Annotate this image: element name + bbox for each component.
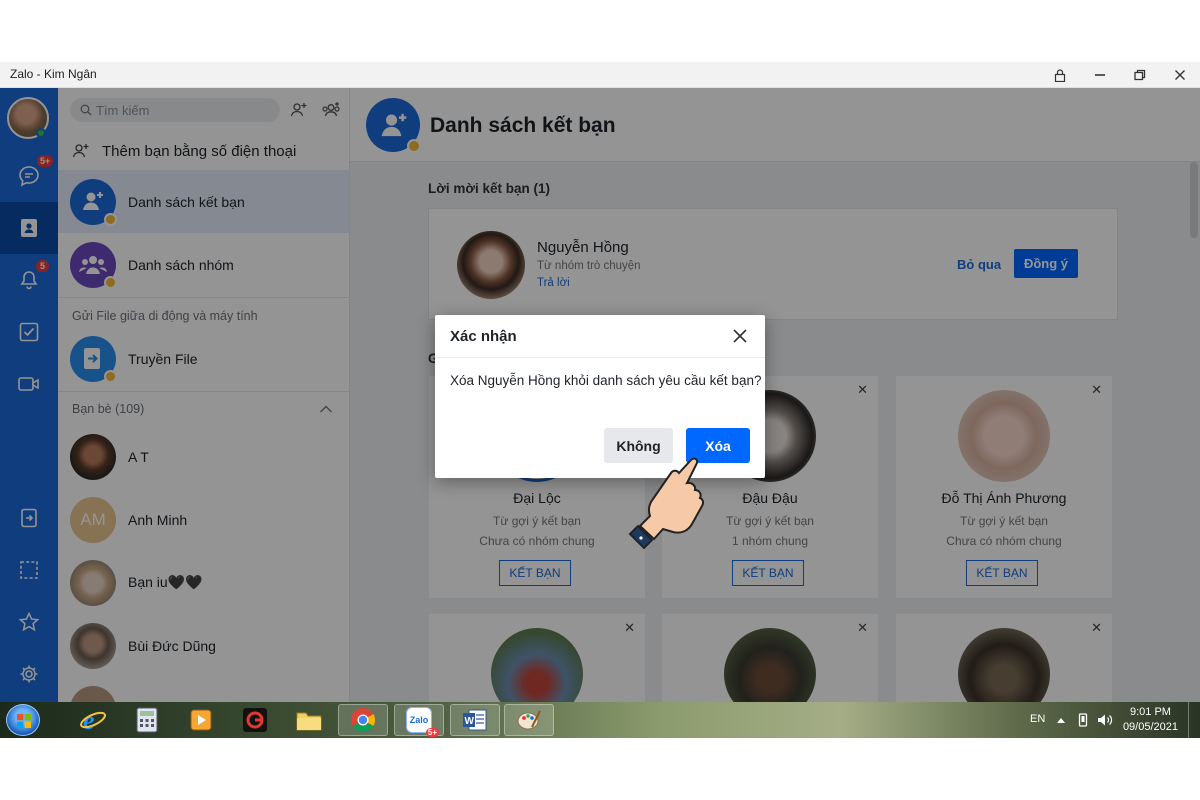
volume-icon[interactable] [1097,713,1113,727]
device-icon[interactable] [1078,713,1088,727]
taskbar-paint[interactable] [504,704,554,736]
clock-date: 09/05/2021 [1122,721,1178,733]
lock-icon [1054,68,1066,82]
show-desktop-button[interactable] [1188,702,1200,738]
restore-icon [1134,69,1146,81]
close-icon [1175,70,1185,80]
close-icon [733,329,747,343]
taskbar-media-player[interactable] [176,704,226,736]
dialog-header: Xác nhận [435,315,765,358]
dialog-close-button[interactable] [729,325,751,347]
word-icon: W [463,709,487,731]
tray-arrow-icon[interactable] [1057,717,1065,723]
zalo-icon: Zalo 5+ [406,707,439,737]
lock-button[interactable] [1040,62,1080,88]
clock-time: 9:01 PM [1129,706,1171,718]
window-title: Zalo - Kim Ngân [10,67,97,81]
close-window-button[interactable] [1160,62,1200,88]
zalo-badge: 5+ [425,728,439,737]
taskbar-chrome[interactable] [338,704,388,736]
taskbar: e Zalo 5+ W EN 9:01 PM 09/05/2021 [0,702,1200,738]
minimize-icon [1095,74,1105,76]
taskbar-word[interactable]: W [450,704,500,736]
restore-button[interactable] [1120,62,1160,88]
paint-icon [517,710,541,730]
start-button[interactable] [6,704,40,736]
chrome-icon [351,708,376,732]
garena-icon [243,708,267,732]
taskbar-explorer[interactable] [284,704,334,736]
windows-logo-icon [17,714,31,728]
internet-explorer-icon: e [80,706,106,734]
minimize-button[interactable] [1080,62,1120,88]
taskbar-zalo[interactable]: Zalo 5+ [394,704,444,737]
clock[interactable]: 9:01 PM 09/05/2021 [1123,705,1178,735]
confirm-dialog: Xác nhận Xóa Nguyễn Hồng khỏi danh sách … [435,315,765,478]
title-bar: Zalo - Kim Ngân [0,62,1200,88]
language-indicator[interactable]: EN [1030,713,1045,725]
taskbar-game[interactable] [230,704,280,736]
calculator-icon [136,707,158,733]
media-player-icon [190,709,212,731]
dialog-message: Xóa Nguyễn Hồng khỏi danh sách yêu cầu k… [450,373,762,388]
pointing-hand-icon [628,457,705,550]
dialog-title: Xác nhận [450,328,517,345]
svg-text:W: W [465,716,475,727]
taskbar-calculator[interactable] [122,704,172,736]
folder-icon [296,712,322,731]
screen: Zalo - Kim Ngân 5+ 5 Tìm kiếm Thêm bạn b… [0,62,1200,738]
taskbar-ie[interactable]: e [68,704,118,736]
